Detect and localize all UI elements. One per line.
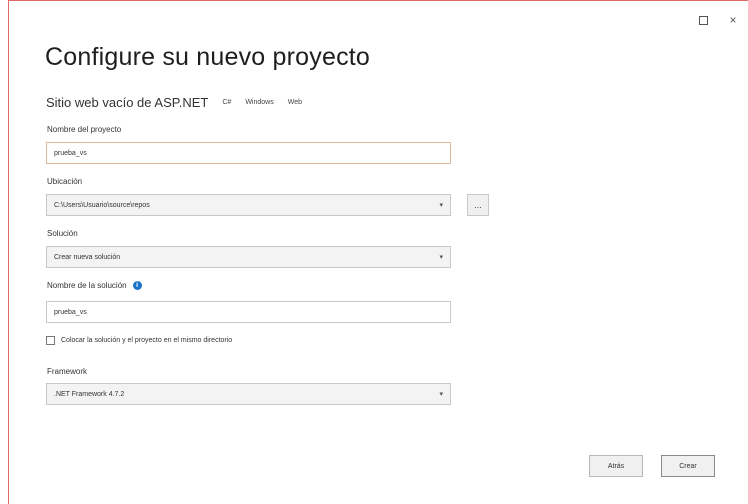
info-icon[interactable]: i <box>132 281 142 291</box>
same-directory-option[interactable]: Colocar la solución y el proyecto en el … <box>46 336 232 345</box>
window-controls: × <box>688 9 748 31</box>
solution-name-value: prueba_vs <box>54 308 87 316</box>
tag-language: C# <box>222 99 232 106</box>
browse-label: ... <box>474 200 482 210</box>
create-button-label: Crear <box>679 462 697 470</box>
tag-platform: Windows <box>245 99 274 106</box>
solution-name-input[interactable]: prueba_vs <box>46 301 451 323</box>
framework-combobox[interactable]: .NET Framework 4.7.2 ▾ <box>46 383 451 405</box>
location-combobox[interactable]: C:\Users\Usuario\source\repos ▾ <box>46 194 451 216</box>
tag-project-type: Web <box>287 99 302 106</box>
solution-combobox[interactable]: Crear nueva solución ▾ <box>46 246 451 268</box>
solution-name-label: Nombre de la solución <box>47 281 127 290</box>
maximize-icon <box>698 15 708 25</box>
back-button[interactable]: Atrás <box>589 455 643 477</box>
chevron-down-icon: ▾ <box>439 254 443 261</box>
chevron-down-icon: ▾ <box>439 202 443 209</box>
project-name-value: prueba_vs <box>54 149 87 157</box>
dialog-window: × Configure su nuevo proyecto Sitio web … <box>8 0 748 504</box>
framework-label: Framework <box>47 367 88 376</box>
close-button[interactable]: × <box>718 9 748 31</box>
solution-name-label-row: Nombre de la solución i <box>47 281 142 291</box>
template-name: Sitio web vacío de ASP.NET <box>46 95 209 110</box>
framework-value: .NET Framework 4.7.2 <box>54 390 125 398</box>
project-name-label: Nombre del proyecto <box>47 125 122 134</box>
solution-value: Crear nueva solución <box>54 253 121 261</box>
same-directory-checkbox[interactable] <box>46 336 55 345</box>
same-directory-label: Colocar la solución y el proyecto en el … <box>61 337 233 344</box>
chevron-down-icon: ▾ <box>439 391 443 398</box>
browse-button[interactable]: ... <box>467 194 489 216</box>
back-button-label: Atrás <box>607 462 625 470</box>
solution-label: Solución <box>47 229 78 238</box>
project-name-input[interactable]: prueba_vs <box>46 142 451 164</box>
maximize-button[interactable] <box>688 9 718 31</box>
template-summary: Sitio web vacío de ASP.NET C# Windows We… <box>46 95 316 110</box>
location-label: Ubicación <box>47 177 83 186</box>
page-title: Configure su nuevo proyecto <box>45 43 371 71</box>
close-icon: × <box>729 13 737 27</box>
location-value: C:\Users\Usuario\source\repos <box>54 201 150 209</box>
create-button[interactable]: Crear <box>661 455 715 477</box>
